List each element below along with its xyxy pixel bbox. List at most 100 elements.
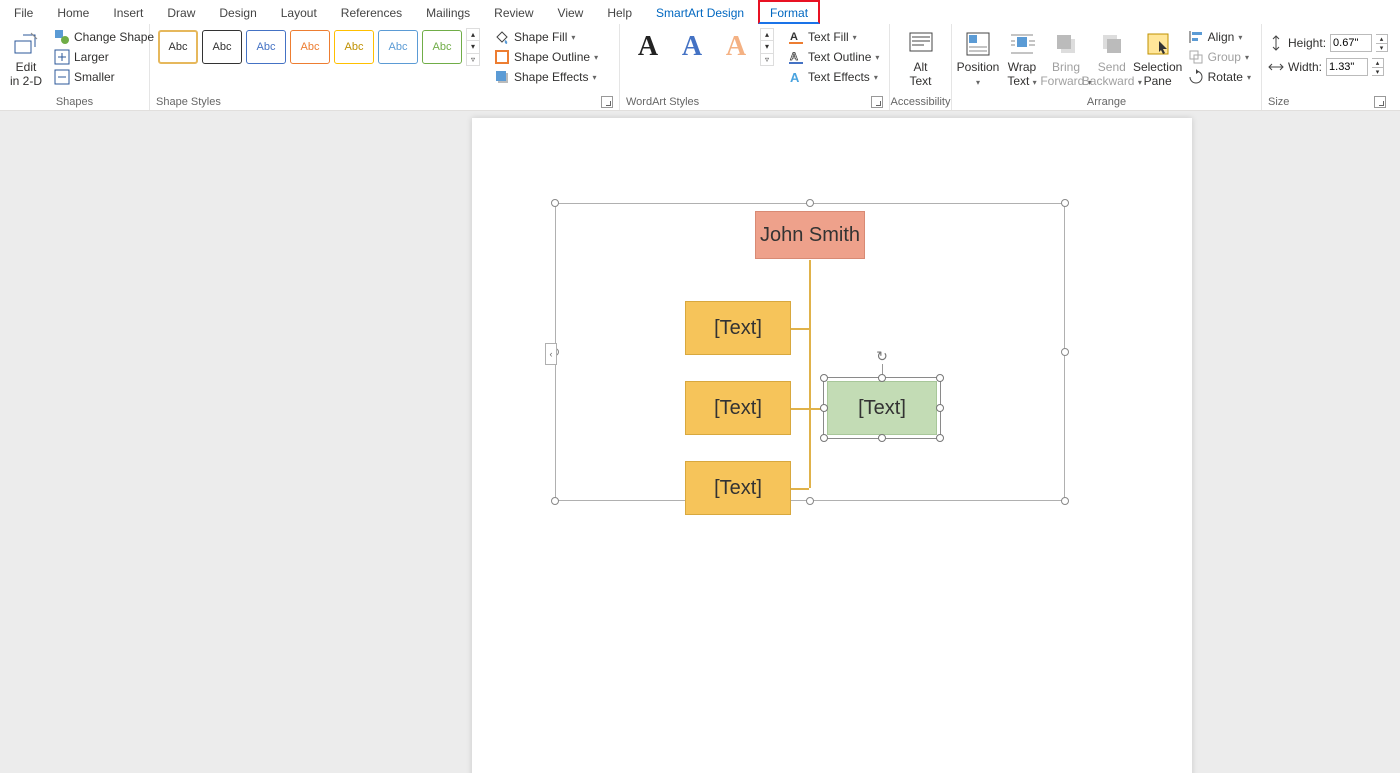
width-label: Width:: [1288, 60, 1322, 74]
wordart-gallery[interactable]: A A A ▴▾▿: [626, 28, 774, 66]
gallery-more-icon[interactable]: ▿: [761, 54, 773, 65]
ribbon-tabs: File Home Insert Draw Design Layout Refe…: [0, 0, 1400, 24]
wordart-swatch[interactable]: A: [626, 29, 670, 65]
resize-handle[interactable]: [551, 199, 559, 207]
resize-handle[interactable]: [878, 434, 886, 442]
tab-references[interactable]: References: [331, 2, 412, 22]
gallery-up-icon[interactable]: ▴: [467, 29, 479, 41]
smartart-node-root[interactable]: John Smith: [755, 211, 865, 259]
tab-help[interactable]: Help: [597, 2, 642, 22]
resize-handle[interactable]: [806, 497, 814, 505]
text-fill-button[interactable]: A Text Fill▾: [784, 28, 883, 46]
text-effects-button[interactable]: A Text Effects▾: [784, 68, 883, 86]
height-label: Height:: [1288, 36, 1326, 50]
size-launcher[interactable]: [1374, 96, 1386, 108]
larger-icon: [54, 49, 70, 65]
rotate-handle[interactable]: ↻: [874, 348, 890, 364]
gallery-scroll[interactable]: ▴▾▿: [760, 28, 774, 66]
smartart-node[interactable]: [Text]: [685, 381, 791, 435]
width-spinner[interactable]: ▴▾: [1372, 58, 1384, 76]
rotate-button[interactable]: Rotate▾: [1184, 68, 1255, 86]
resize-handle[interactable]: [936, 434, 944, 442]
resize-handle[interactable]: [806, 199, 814, 207]
tab-view[interactable]: View: [548, 2, 594, 22]
larger-button[interactable]: Larger: [50, 48, 166, 66]
change-shape-icon: [54, 29, 70, 45]
text-fill-label: Text Fill: [808, 30, 849, 44]
document-area[interactable]: ‹ John Smith [Text] [Text] [Text] [Text]…: [0, 111, 1400, 773]
resize-handle[interactable]: [820, 404, 828, 412]
larger-label: Larger: [74, 50, 109, 64]
tab-smartart-design[interactable]: SmartArt Design: [646, 2, 754, 22]
gallery-down-icon[interactable]: ▾: [761, 41, 773, 53]
bring-forward-button[interactable]: Bring Forward ▾: [1046, 28, 1086, 90]
wordart-swatch[interactable]: A: [714, 29, 758, 65]
rotate-label: Rotate: [1208, 70, 1243, 84]
wordart-swatch[interactable]: A: [670, 29, 714, 65]
shape-style-swatch[interactable]: Abc: [202, 30, 242, 64]
tab-mailings[interactable]: Mailings: [416, 2, 480, 22]
shape-style-swatch[interactable]: Abc: [378, 30, 418, 64]
text-effects-icon: A: [788, 69, 804, 85]
smartart-node[interactable]: [Text]: [685, 301, 791, 355]
change-shape-button[interactable]: Change Shape▾: [50, 28, 166, 46]
tab-home[interactable]: Home: [47, 2, 99, 22]
shape-fill-button[interactable]: Shape Fill▾: [490, 28, 602, 46]
shape-style-gallery[interactable]: Abc Abc Abc Abc Abc Abc Abc ▴▾▿: [156, 28, 480, 66]
tab-draw[interactable]: Draw: [157, 2, 205, 22]
height-input[interactable]: [1330, 34, 1372, 52]
shape-style-swatch[interactable]: Abc: [158, 30, 198, 64]
resize-handle[interactable]: [936, 404, 944, 412]
shape-outline-label: Shape Outline: [514, 50, 590, 64]
tab-design[interactable]: Design: [209, 2, 266, 22]
resize-handle[interactable]: [1061, 199, 1069, 207]
resize-handle[interactable]: [878, 374, 886, 382]
shape-style-swatch[interactable]: Abc: [290, 30, 330, 64]
group-wordart-styles: A A A ▴▾▿ A Text Fill▾ A Text Outline▾: [620, 24, 890, 110]
shape-style-swatch[interactable]: Abc: [334, 30, 374, 64]
group-button[interactable]: Group▾: [1184, 48, 1255, 66]
text-pane-toggle[interactable]: ‹: [545, 343, 557, 365]
resize-handle[interactable]: [1061, 348, 1069, 356]
resize-handle[interactable]: [551, 497, 559, 505]
align-button[interactable]: Align▾: [1184, 28, 1255, 46]
resize-handle[interactable]: [820, 434, 828, 442]
send-backward-button[interactable]: Send Backward ▾: [1090, 28, 1134, 90]
tab-format[interactable]: Format: [758, 0, 820, 24]
position-button[interactable]: Position▾: [958, 28, 998, 90]
shape-outline-button[interactable]: Shape Outline▾: [490, 48, 602, 66]
group-arrange-label: Arrange: [1087, 96, 1126, 108]
text-outline-button[interactable]: A Text Outline▾: [784, 48, 883, 66]
height-spinner[interactable]: ▴▾: [1376, 34, 1388, 52]
change-shape-label: Change Shape: [74, 30, 154, 44]
shape-style-swatch[interactable]: Abc: [246, 30, 286, 64]
tab-file[interactable]: File: [4, 2, 43, 22]
gallery-scroll[interactable]: ▴▾▿: [466, 28, 480, 66]
tab-review[interactable]: Review: [484, 2, 543, 22]
smartart-node[interactable]: [Text]: [685, 461, 791, 515]
smaller-button[interactable]: Smaller: [50, 68, 166, 86]
resize-handle[interactable]: [1061, 497, 1069, 505]
shape-effects-icon: [494, 69, 510, 85]
svg-text:A: A: [790, 31, 798, 43]
selection-pane-button[interactable]: Selection Pane: [1138, 28, 1178, 90]
alt-text-button[interactable]: Alt Text: [901, 28, 941, 90]
smaller-label: Smaller: [74, 70, 115, 84]
wordart-launcher[interactable]: [871, 96, 883, 108]
shape-effects-button[interactable]: Shape Effects▾: [490, 68, 602, 86]
edit-in-2d-button[interactable]: Edit in 2-D: [6, 28, 46, 90]
resize-handle[interactable]: [820, 374, 828, 382]
gallery-up-icon[interactable]: ▴: [761, 29, 773, 41]
gallery-more-icon[interactable]: ▿: [467, 54, 479, 65]
width-input[interactable]: [1326, 58, 1368, 76]
shape-styles-launcher[interactable]: [601, 96, 613, 108]
resize-handle[interactable]: [936, 374, 944, 382]
wrap-text-button[interactable]: Wrap Text ▾: [1002, 28, 1042, 90]
tab-layout[interactable]: Layout: [271, 2, 327, 22]
shape-style-swatch[interactable]: Abc: [422, 30, 462, 64]
shape-fill-icon: [494, 29, 510, 45]
tab-insert[interactable]: Insert: [103, 2, 153, 22]
connector: [791, 488, 809, 490]
smartart-frame[interactable]: ‹ John Smith [Text] [Text] [Text] [Text]…: [555, 203, 1065, 501]
gallery-down-icon[interactable]: ▾: [467, 41, 479, 53]
